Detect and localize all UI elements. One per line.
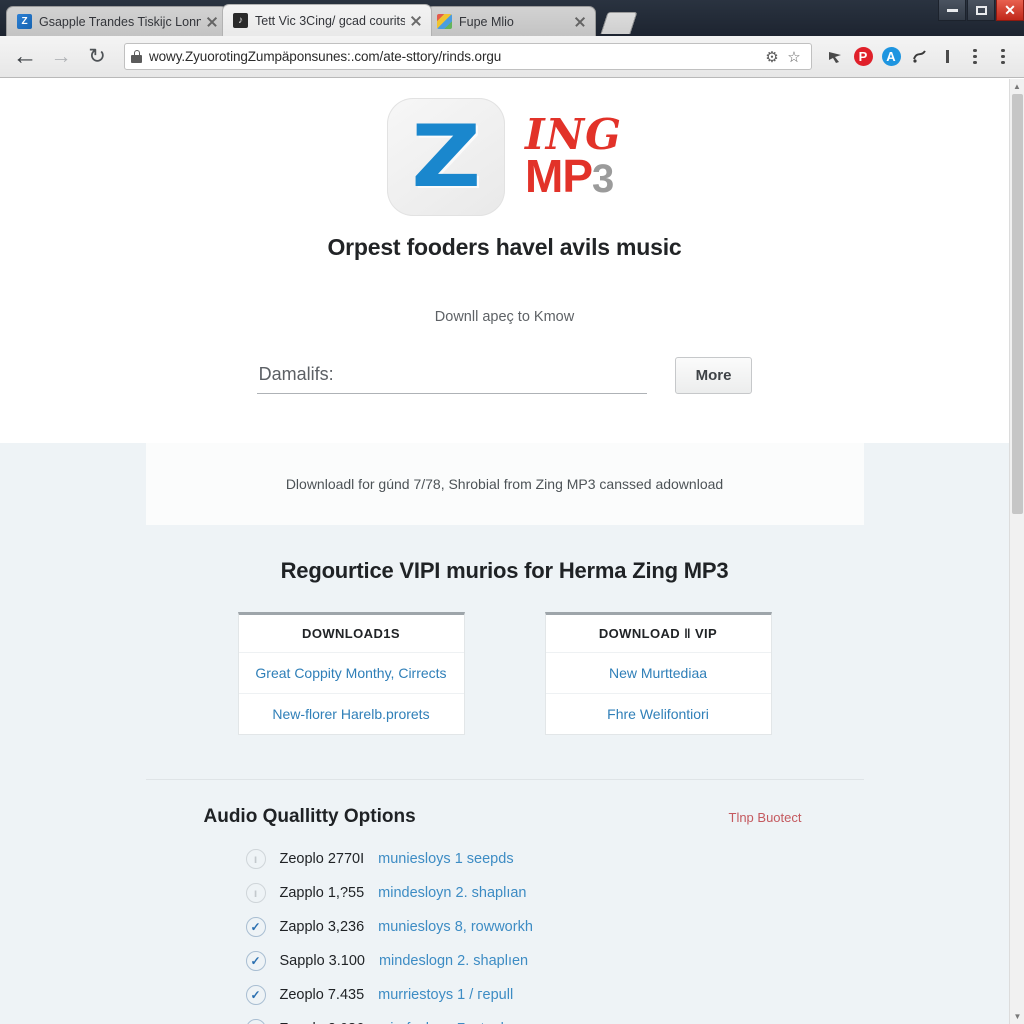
protect-link[interactable]: Tlnp Buotect	[729, 810, 864, 825]
pin-cursor-icon[interactable]	[822, 44, 848, 70]
audio-quality-section: Audio Quallitty Options Tlnp Buotect ı Z…	[0, 780, 1009, 1024]
maximize-button[interactable]	[967, 0, 995, 21]
tab-close-icon[interactable]	[573, 15, 587, 29]
hero-section: Z ING MP3 Orpest fooders havel avils mus…	[0, 79, 1009, 443]
tab-title: Fupe Mlio	[459, 14, 514, 29]
browser-tab-2[interactable]: ♪ Tett Vic 3Cing/ gcad courits.	[222, 4, 432, 36]
page-subtext: Downll apeç to Kmow	[434, 309, 575, 325]
card-link[interactable]: New-florer Harelb.prorets	[238, 693, 464, 734]
page-headline: Orpest fooders havel avils music	[327, 234, 682, 260]
multicolor-icon	[437, 14, 452, 29]
vip-section-title: Regourtice VIPI murios for Herma Zing MP…	[280, 558, 729, 583]
option-label: Sapplo 3.100	[279, 953, 365, 969]
tab-close-icon[interactable]	[409, 14, 423, 28]
card-link[interactable]: Great Coppity Monthy, Cirrects	[238, 652, 464, 693]
checkbox-checked-icon[interactable]: ✓	[245, 917, 266, 937]
card-header: DOWNLOAD1S	[302, 626, 400, 641]
alert-bar-icon[interactable]	[934, 44, 960, 70]
logo-mp-text: MP	[525, 149, 593, 202]
card-link[interactable]: New Murttediaa	[545, 652, 771, 693]
option-sublabel: mindeslogn 2. shaplıen	[378, 953, 529, 969]
window-controls: ✕	[937, 0, 1024, 24]
logo-wordmark: ING MP3	[525, 114, 622, 201]
reload-icon[interactable]: ↻	[80, 40, 114, 74]
browser-tab-3[interactable]: Fupe Mlio	[426, 6, 596, 36]
address-bar[interactable]: wowy.ZyuorotingZumpäponsunes:.com/ate-st…	[124, 43, 812, 70]
download-cards: DOWNLOAD1S Great Coppity Monthy, Cirrect…	[0, 612, 1009, 735]
download-card: DOWNLOAD ‖ VIP New Murttediaa Fhre Welif…	[544, 612, 772, 735]
tab-close-icon[interactable]	[205, 15, 219, 29]
lock-icon	[131, 50, 142, 63]
scroll-down-arrow-icon[interactable]: ▼	[1010, 1009, 1024, 1024]
bookmark-star-icon[interactable]: ☆	[783, 48, 805, 66]
adblock-icon[interactable]: A	[878, 44, 904, 70]
option-label: Zeoplo 7.435	[279, 987, 365, 1003]
page-content: Z ING MP3 Orpest fooders havel avils mus…	[0, 79, 1009, 1024]
logo-mp3-text: MP3	[525, 153, 622, 201]
browser-titlebar: Z Gsapple Trandes Tiskijc Lonn ♪ Tett Vi…	[0, 0, 1024, 36]
scrollbar-thumb[interactable]	[1012, 94, 1023, 514]
checkbox-unchecked-icon[interactable]: ı	[245, 849, 266, 869]
more-button[interactable]: More	[674, 357, 753, 394]
list-item[interactable]: ✓ Zapplo 2.086 miurfesloun 7, steal	[245, 1012, 864, 1024]
search-row: More	[0, 357, 1009, 394]
option-label: Zapplo 3,236	[279, 919, 365, 935]
list-item[interactable]: ✓ Zapplo 3,236 muniesloys 8, rowworkh	[245, 910, 864, 944]
gear-icon[interactable]: ⚙	[761, 48, 783, 66]
list-item[interactable]: ✓ Sapplo 3.100 mindeslogn 2. shaplıen	[245, 944, 864, 978]
option-label: Zeoplo 2770I	[279, 851, 365, 867]
download-card: DOWNLOAD1S Great Coppity Monthy, Cirrect…	[237, 612, 465, 735]
checkbox-checked-icon[interactable]: ✓	[245, 951, 266, 971]
close-window-button[interactable]: ✕	[996, 0, 1024, 21]
scroll-up-arrow-icon[interactable]: ▲	[1010, 79, 1024, 94]
audio-options-list: ı Zeoplo 2770I muniesloys 1 seepds ı Zap…	[146, 842, 864, 1024]
tab-title: Gsapple Trandes Tiskijc Lonn	[39, 14, 201, 29]
forward-icon[interactable]: →	[44, 40, 78, 74]
dark-note-icon: ♪	[233, 13, 248, 28]
option-label: Zapplo 1,?55	[279, 885, 365, 901]
option-sublabel: muniesloys 8, rowworkh	[378, 919, 533, 935]
list-item[interactable]: ı Zeoplo 2770I muniesloys 1 seepds	[245, 842, 864, 876]
tab-title: Tett Vic 3Cing/ gcad courits.	[255, 13, 405, 28]
card-link[interactable]: Fhre Welifontiori	[545, 693, 771, 734]
new-tab-button[interactable]	[600, 12, 638, 34]
option-sublabel: mindesloyn 2. shaplıan	[378, 885, 527, 901]
tinted-section: Dlownloadl for gúnd 7/78, Shrobial from …	[0, 443, 1009, 1024]
z-blue-icon: Z	[17, 14, 32, 29]
browser-menu-icon[interactable]	[962, 44, 988, 70]
audio-header-row: Audio Quallitty Options Tlnp Buotect	[146, 806, 864, 828]
list-item[interactable]: ✓ Zeoplo 7.435 murriestoys 1 / гepull	[245, 978, 864, 1012]
audio-quality-title: Audio Quallitty Options	[203, 806, 416, 827]
url-text: wowy.ZyuorotingZumpäponsunes:.com/ate-st…	[149, 49, 502, 64]
browser-tab-1[interactable]: Z Gsapple Trandes Tiskijc Lonn	[6, 6, 228, 36]
checkbox-checked-icon[interactable]: ✓	[245, 1019, 266, 1024]
download-notice: Dlownloadl for gúnd 7/78, Shrobial from …	[145, 443, 864, 525]
checkbox-checked-icon[interactable]: ✓	[245, 985, 266, 1005]
page-viewport: Z ING MP3 Orpest fooders havel avils mus…	[0, 79, 1024, 1024]
option-sublabel: murriestoys 1 / гepull	[378, 987, 514, 1003]
card-header: DOWNLOAD ‖ VIP	[598, 626, 718, 641]
logo-three-text: 3	[592, 156, 614, 201]
checkbox-unchecked-icon[interactable]: ı	[245, 883, 266, 903]
browser-window: Z Gsapple Trandes Tiskijc Lonn ♪ Tett Vi…	[0, 0, 1024, 1024]
back-icon[interactable]: ←	[8, 40, 42, 74]
option-sublabel: muniesloys 1 seepds	[378, 851, 514, 867]
list-item[interactable]: ı Zapplo 1,?55 mindesloyn 2. shaplıan	[245, 876, 864, 910]
browser-toolbar: ← → ↻ wowy.ZyuorotingZumpäponsunes:.com/…	[0, 36, 1024, 78]
logo-letter-z: Z	[411, 107, 481, 207]
site-logo: Z ING MP3	[0, 98, 1009, 216]
pocket-icon[interactable]: P	[850, 44, 876, 70]
search-input[interactable]	[256, 362, 647, 394]
chrome-menu-icon[interactable]	[990, 44, 1016, 70]
minimize-button[interactable]	[938, 0, 966, 21]
logo-tile-icon: Z	[387, 98, 506, 216]
scribble-icon[interactable]	[906, 44, 932, 70]
page-scrollbar[interactable]: ▲ ▼	[1009, 79, 1024, 1024]
